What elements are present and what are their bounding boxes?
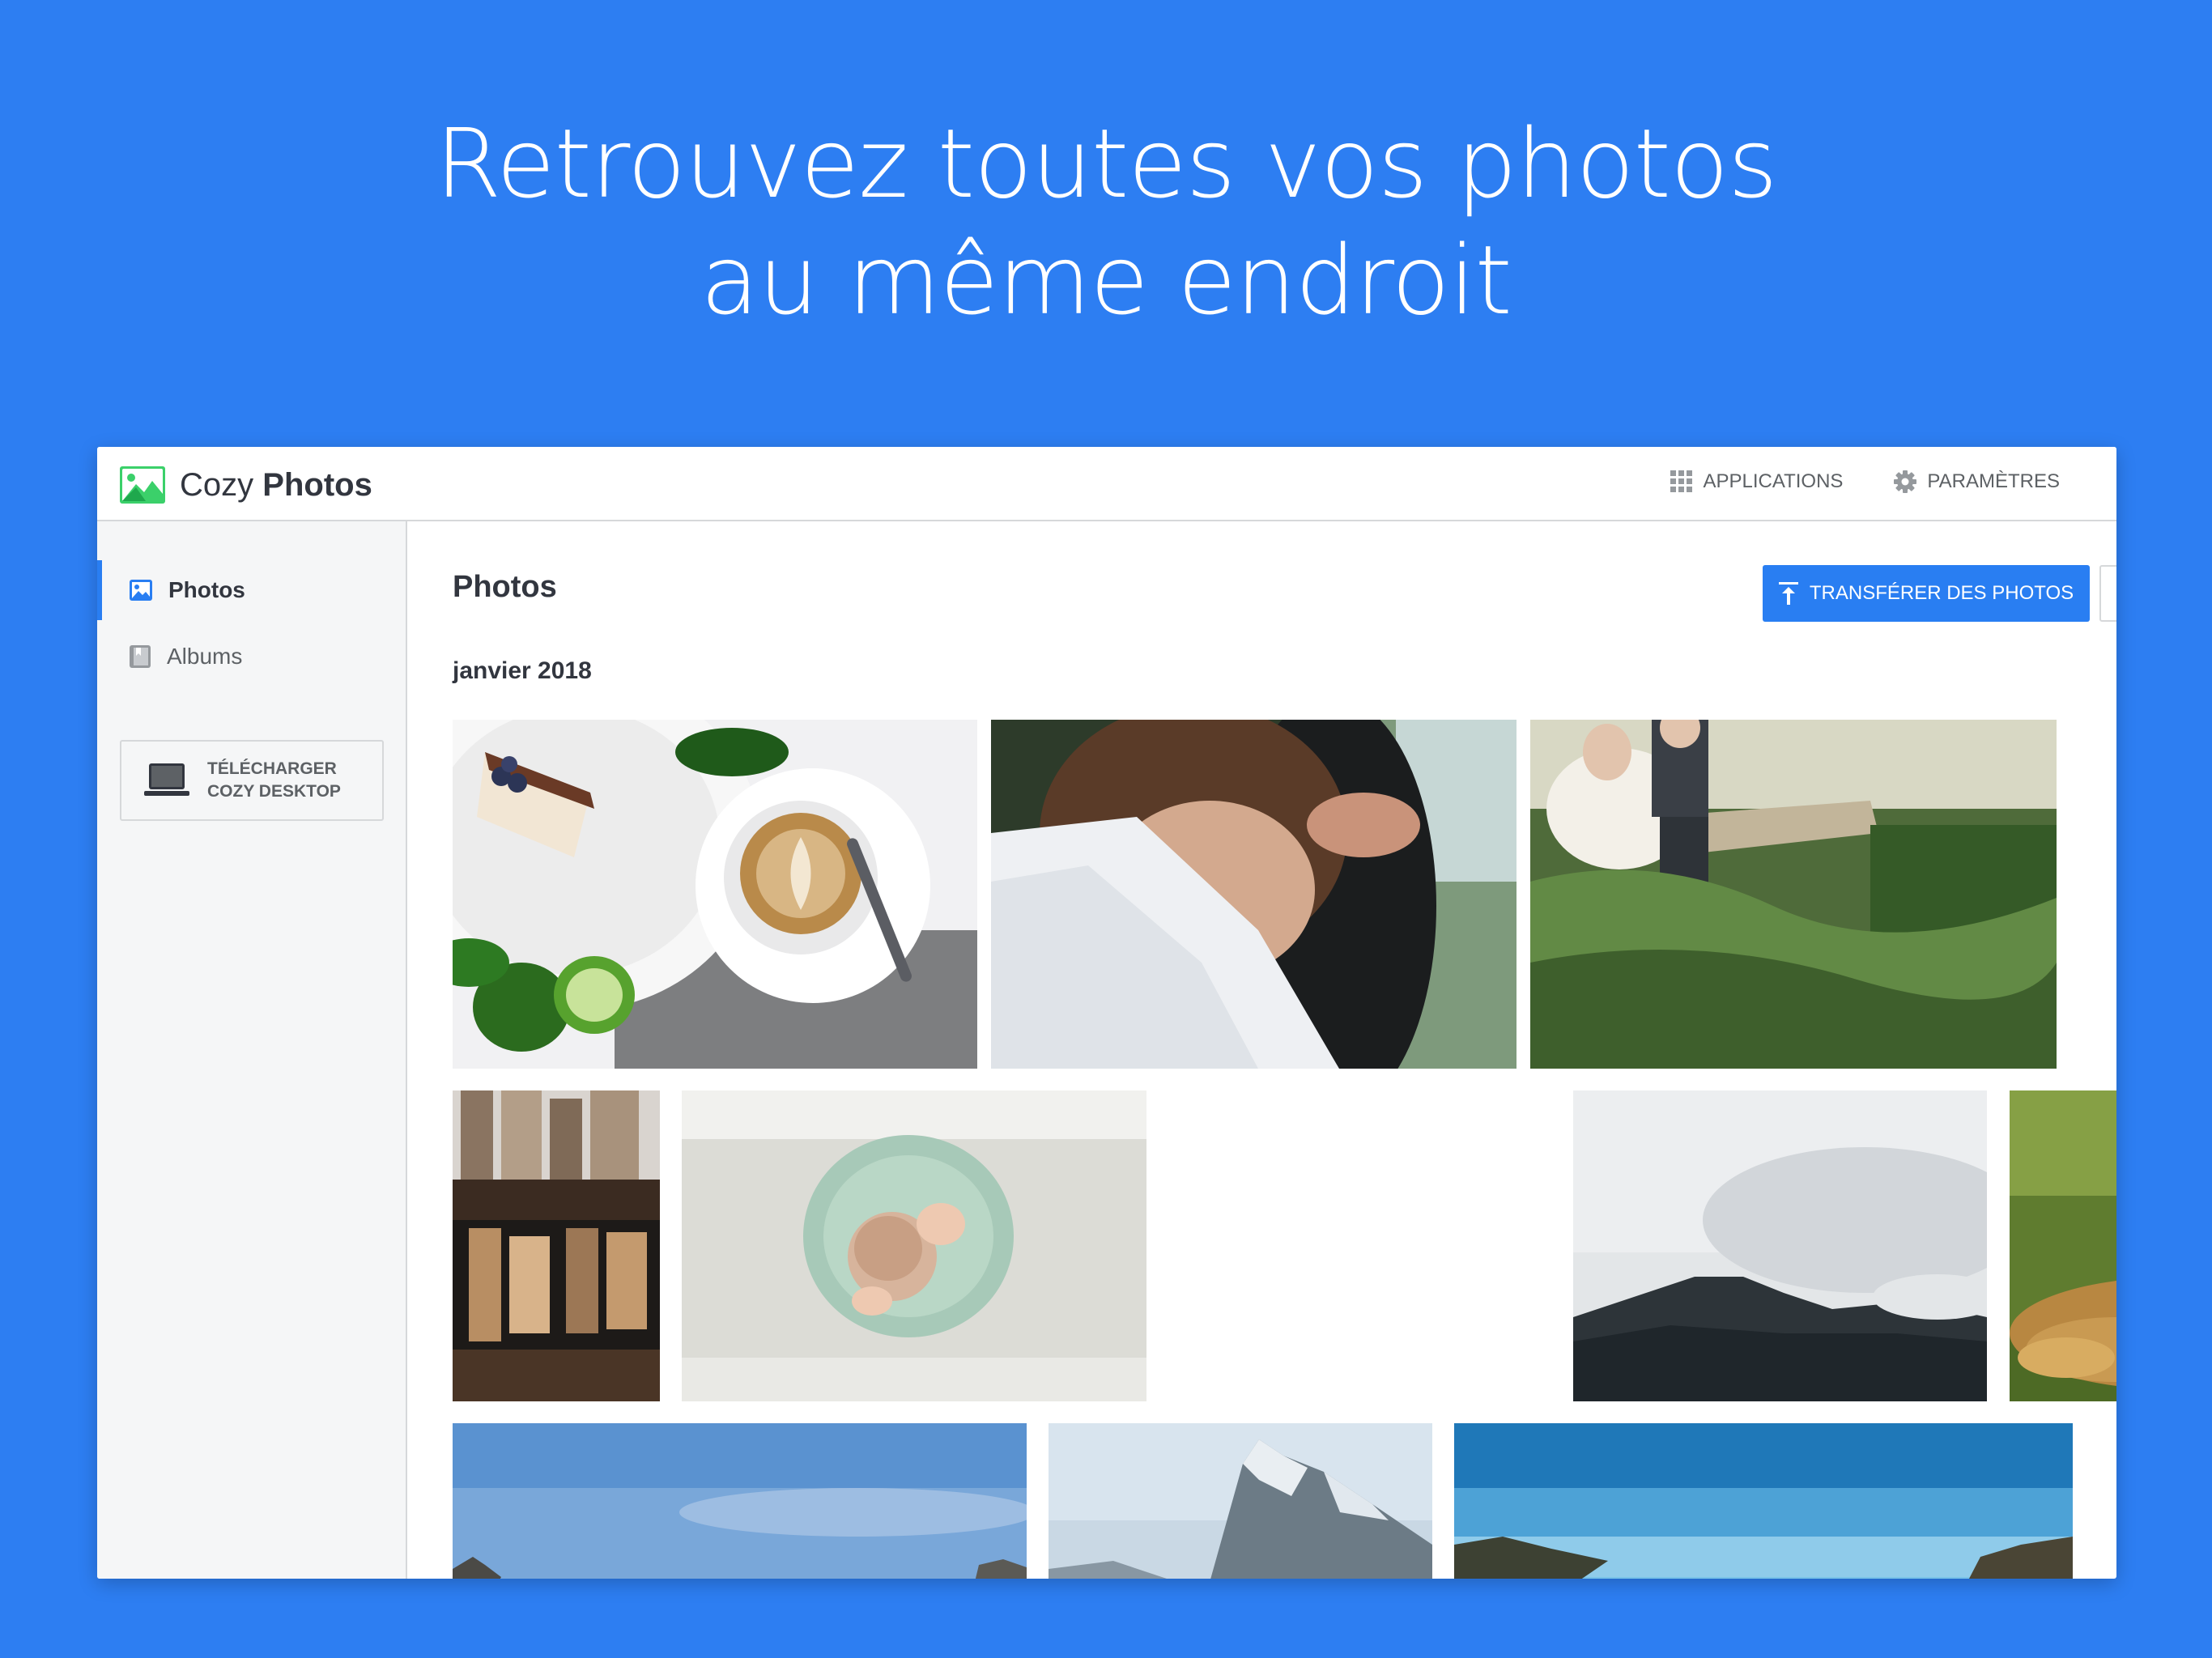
- sidebar-item-label: Albums: [167, 644, 243, 669]
- photo-misty-mountain[interactable]: [1573, 1090, 1987, 1401]
- photo-bride-veil[interactable]: [991, 720, 1516, 1069]
- sidebar: Photos Albums TÉLÉCHARGER COZY DESKTOP: [97, 521, 407, 1579]
- page-title: Photos: [453, 570, 557, 604]
- upload-icon: [1778, 582, 1798, 605]
- gear-icon: [1894, 470, 1917, 493]
- download-line-1: TÉLÉCHARGER: [207, 759, 337, 778]
- headline-line-1: Retrouvez toutes vos photos: [435, 108, 1777, 219]
- top-bar: Cozy Photos APPLICATIONS PARAMÈTRES: [97, 447, 2116, 521]
- cozy-photos-logo-icon: [120, 466, 165, 504]
- headline-line-2: au même endroit: [700, 224, 1512, 336]
- download-desktop-button[interactable]: TÉLÉCHARGER COZY DESKTOP: [120, 740, 384, 821]
- applications-label: APPLICATIONS: [1703, 470, 1844, 492]
- download-desktop-text: TÉLÉCHARGER COZY DESKTOP: [207, 758, 341, 803]
- main-content: Photos TRANSFÉRER DES PHOTOS janvier 201…: [407, 521, 2116, 1579]
- image-icon: [130, 580, 152, 601]
- album-icon: [130, 645, 151, 668]
- photo-city-reflection[interactable]: [453, 1090, 660, 1401]
- photo-roaring-lion[interactable]: [2010, 1090, 2116, 1401]
- sidebar-item-albums[interactable]: Albums: [97, 627, 406, 687]
- app-title-light: Cozy: [180, 466, 254, 503]
- photo-baby-on-bed[interactable]: [682, 1090, 1146, 1401]
- sidebar-item-photos[interactable]: Photos: [97, 560, 406, 620]
- photo-couple-on-bench[interactable]: [1530, 720, 2057, 1069]
- photo-sky-mountains[interactable]: [453, 1423, 1027, 1579]
- download-line-2: COZY DESKTOP: [207, 782, 341, 801]
- settings-label: PARAMÈTRES: [1927, 470, 2060, 492]
- upload-photos-button[interactable]: TRANSFÉRER DES PHOTOS: [1763, 565, 2090, 622]
- top-actions: APPLICATIONS PARAMÈTRES: [1620, 470, 2060, 494]
- settings-button[interactable]: PARAMÈTRES: [1893, 470, 2060, 494]
- section-date: janvier 2018: [453, 657, 592, 684]
- sidebar-item-label: Photos: [168, 577, 245, 602]
- app-window: Cozy Photos APPLICATIONS PARAMÈTRES Phot…: [97, 447, 2116, 1579]
- applications-button[interactable]: APPLICATIONS: [1670, 470, 1843, 493]
- photo-rocky-peak[interactable]: [1049, 1423, 1432, 1579]
- headline: Retrouvez toutes vos photos au même endr…: [0, 105, 2212, 338]
- app-title: Cozy Photos: [180, 467, 372, 504]
- photo-blue-sky-hills[interactable]: [1454, 1423, 2073, 1579]
- more-options-button[interactable]: [2099, 565, 2116, 622]
- upload-label: TRANSFÉRER DES PHOTOS: [1809, 582, 2074, 604]
- app-brand[interactable]: Cozy Photos: [120, 466, 372, 504]
- laptop-icon: [144, 763, 189, 796]
- app-title-bold: Photos: [262, 466, 372, 503]
- grid-icon: [1670, 470, 1693, 492]
- photo-cake-and-coffee[interactable]: [453, 720, 977, 1069]
